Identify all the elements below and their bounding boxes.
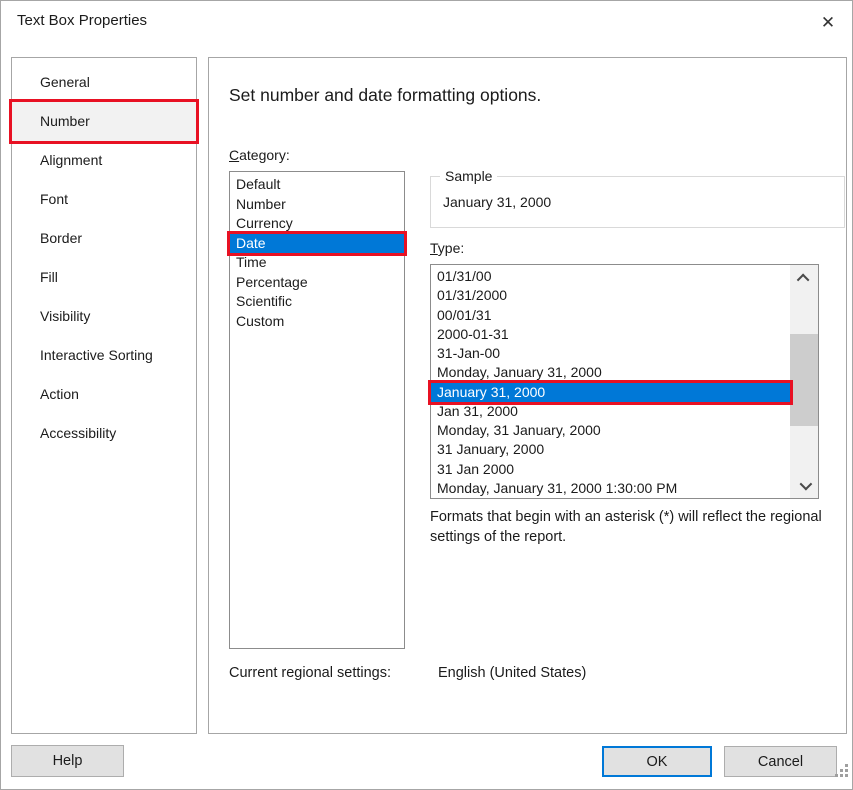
chevron-up-icon [796, 273, 809, 286]
category-label: Category: [229, 147, 290, 163]
type-option[interactable]: Monday, January 31, 2000 [431, 363, 790, 382]
category-label-accel: C [229, 147, 239, 163]
category-option[interactable]: Percentage [230, 273, 404, 293]
dialog-title: Text Box Properties [17, 12, 147, 29]
sidebar-item[interactable]: Border [12, 219, 196, 258]
sidebar-item[interactable]: Alignment [12, 141, 196, 180]
type-option[interactable]: 01/31/2000 [431, 286, 790, 305]
sidebar-item[interactable]: Font [12, 180, 196, 219]
type-label-rest: ype: [438, 240, 464, 256]
sample-groupbox: Sample January 31, 2000 [430, 176, 845, 228]
category-option[interactable]: Custom [230, 312, 404, 332]
category-listbox[interactable]: DefaultNumberCurrencyDateTimePercentageS… [229, 171, 405, 649]
textbox-properties-dialog: Text Box Properties ✕ GeneralNumberAlign… [0, 0, 853, 790]
sidebar-item[interactable]: Number [12, 102, 196, 141]
type-option[interactable]: 31 January, 2000 [431, 440, 790, 459]
type-option[interactable]: Monday, January 31, 2000 1:30:00 PM [431, 479, 790, 498]
close-icon: ✕ [821, 13, 835, 33]
type-option[interactable]: 31-Jan-00 [431, 344, 790, 363]
scroll-up-button[interactable] [790, 265, 818, 291]
type-option[interactable]: Monday, 31 January, 2000 [431, 421, 790, 440]
type-option[interactable]: Jan 31, 2000 [431, 402, 790, 421]
scroll-down-button[interactable] [790, 472, 818, 498]
type-label-accel: T [430, 240, 438, 256]
sidebar-item[interactable]: Accessibility [12, 414, 196, 453]
type-option[interactable]: 31 Jan 2000 [431, 460, 790, 479]
sample-group-label: Sample [440, 168, 497, 184]
type-option[interactable]: 2000-01-31 [431, 325, 790, 344]
page-heading: Set number and date formatting options. [229, 85, 541, 106]
cancel-button[interactable]: Cancel [724, 746, 837, 777]
sample-value: January 31, 2000 [443, 194, 551, 210]
category-option[interactable]: Currency [230, 214, 404, 234]
type-option[interactable]: 01/31/00 [431, 267, 790, 286]
close-button[interactable]: ✕ [806, 3, 850, 43]
resize-grip-icon[interactable] [835, 764, 851, 780]
category-label-rest: ategory: [239, 147, 290, 163]
type-label: Type: [430, 240, 464, 256]
regional-settings-value: English (United States) [438, 665, 586, 681]
type-listbox[interactable]: 01/31/0001/31/200000/01/312000-01-3131-J… [430, 264, 819, 499]
type-list-scrollbar[interactable] [790, 265, 818, 498]
scrollbar-thumb[interactable] [790, 334, 818, 426]
sidebar-item[interactable]: Interactive Sorting [12, 336, 196, 375]
type-option[interactable]: January 31, 2000 [431, 383, 790, 402]
category-option[interactable]: Default [230, 175, 404, 195]
category-option[interactable]: Number [230, 195, 404, 215]
sidebar-item[interactable]: Fill [12, 258, 196, 297]
regional-settings-label: Current regional settings: [229, 665, 391, 681]
sidebar-item[interactable]: Action [12, 375, 196, 414]
category-option[interactable]: Time [230, 253, 404, 273]
ok-button[interactable]: OK [602, 746, 712, 777]
category-option[interactable]: Date [230, 234, 404, 254]
help-button[interactable]: Help [11, 745, 124, 777]
sidebar-nav: GeneralNumberAlignmentFontBorderFillVisi… [11, 57, 197, 734]
asterisk-note: Formats that begin with an asterisk (*) … [430, 507, 830, 547]
sidebar-item[interactable]: Visibility [12, 297, 196, 336]
category-option[interactable]: Scientific [230, 292, 404, 312]
sidebar-item[interactable]: General [12, 63, 196, 102]
type-option[interactable]: 00/01/31 [431, 306, 790, 325]
chevron-down-icon [799, 477, 812, 490]
